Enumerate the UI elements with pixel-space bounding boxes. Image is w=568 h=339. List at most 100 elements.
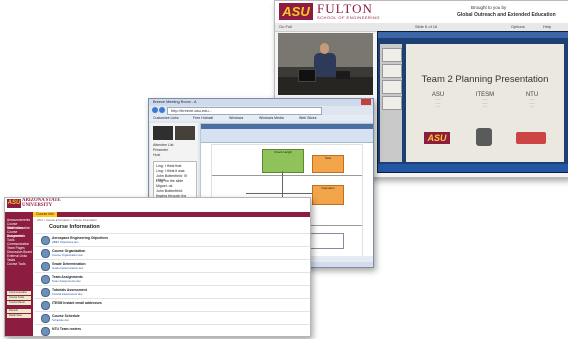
document-icon <box>41 314 50 323</box>
course-main: ASU > Course Information > Course Inform… <box>35 217 310 336</box>
course-window: ASU ARIZONA STATE UNIVERSITY Course Info… <box>4 197 311 337</box>
flowchart-label: Task <box>324 156 332 160</box>
bookmark-link[interactable]: Windows Media <box>259 116 284 120</box>
breadcrumb[interactable]: ASU > Course Information > Course Inform… <box>37 218 97 222</box>
document-icon <box>41 236 50 245</box>
sidebar-button[interactable]: Refresh <box>7 309 31 313</box>
document-icon <box>41 327 50 336</box>
ntu-logo <box>516 132 546 144</box>
chat-message: John Bottenfield: <box>156 189 183 193</box>
flowchart-box[interactable]: Check Height <box>262 149 304 173</box>
row-link[interactable]: Team Assignments.doc <box>52 279 81 283</box>
video-desk <box>278 77 373 95</box>
slide-counter: Slide 6 of 16 <box>415 24 438 29</box>
document-icon <box>41 301 50 310</box>
forward-icon[interactable] <box>159 107 165 113</box>
row-link[interactable]: ABET Objectives.doc <box>52 240 78 244</box>
document-icon <box>41 249 50 258</box>
podium-laptop <box>336 71 350 79</box>
slide-thumbnail[interactable] <box>382 80 402 94</box>
row-link[interactable]: Tutorial Assessment.doc <box>52 292 82 296</box>
sidebar-button[interactable]: Course Tools <box>7 296 31 300</box>
back-icon[interactable] <box>152 107 158 113</box>
row-title: NTU Team rosters <box>52 326 81 331</box>
content-row: Course Organization Course Organization.… <box>35 246 310 258</box>
chat-message: Ling: I think that <box>156 164 182 168</box>
attendee-list-item[interactable]: Presenter <box>153 148 168 152</box>
document-icon <box>41 262 50 271</box>
go-full-button[interactable]: Go Full <box>279 24 292 29</box>
attendee-list-item[interactable]: Attendee List <box>153 143 173 147</box>
itesm-logo <box>476 128 492 146</box>
slide-thumbnail[interactable] <box>382 64 402 78</box>
asu-logo: ASU <box>7 199 21 208</box>
slide-title: Team 2 Planning Presentation <box>421 74 549 85</box>
slide-column-itesm: ITESM ─── ─── ── <box>465 92 505 109</box>
podium-monitor <box>298 69 316 82</box>
chat-message: Ling: on the slide <box>156 179 184 183</box>
content-row: Aerospace Engineering Objectives ABET Ob… <box>35 233 310 245</box>
help-button[interactable]: Help <box>543 24 551 29</box>
fulton-header: ASU FULTON SCHOOL OF ENGINEERING Brought… <box>275 1 568 23</box>
content-row: Course Schedule Schedule.doc <box>35 311 310 323</box>
slide-thumbnails <box>380 44 402 162</box>
document-icon <box>41 275 50 284</box>
row-link[interactable]: Schedule.doc <box>52 318 69 322</box>
row-title: ITESM Instant email addresses <box>52 300 102 305</box>
document-icon <box>41 288 50 297</box>
slide-column-asu: ASU ─── ─── ── <box>418 92 458 109</box>
university-name-line: UNIVERSITY <box>22 203 53 208</box>
flow-connector <box>246 193 312 194</box>
row-link[interactable]: Course Organization.doc <box>52 253 83 257</box>
sidebar-item[interactable]: Course Tools <box>7 262 33 267</box>
column-names: ─── ─── ── <box>435 98 441 108</box>
slide-column-ntu: NTU ─── ─── ── <box>512 92 552 109</box>
bookmark-link[interactable]: Customize Links <box>153 116 179 120</box>
org-name: Global Outreach and Extended Education <box>457 12 556 18</box>
webcam-feed <box>175 126 195 140</box>
brought-by-text: Brought to you by <box>471 5 507 10</box>
column-names: ─── ─── ── <box>529 98 535 108</box>
asu-slide-logo: ASU <box>424 132 450 144</box>
slide-thumbnail[interactable] <box>382 48 402 62</box>
flowchart-label: Check Height <box>273 150 292 154</box>
content-row: NTU Team rosters <box>35 324 310 336</box>
fulton-name: FULTON <box>317 1 373 16</box>
flowchart-label: Operation <box>321 186 335 190</box>
slide-thumbnail[interactable] <box>382 96 402 110</box>
app-ribbon <box>201 124 373 143</box>
flowchart-box[interactable]: Operation <box>312 185 344 205</box>
close-icon[interactable] <box>361 99 371 105</box>
sidebar-button[interactable]: Detail View <box>7 314 31 318</box>
app-titlebar <box>201 124 373 129</box>
page-title: Course Information <box>49 224 100 230</box>
attendee-list-item[interactable]: Host <box>153 153 160 157</box>
course-header: ASU ARIZONA STATE UNIVERSITY <box>5 198 310 212</box>
slide-screen[interactable]: Team 2 Planning Presentation ASU ─── ─── ─… <box>377 31 568 173</box>
asu-logo: ASU <box>279 3 313 20</box>
fulton-subtitle: SCHOOL OF ENGINEERING <box>317 15 381 20</box>
university-name: ARIZONA STATE UNIVERSITY <box>22 198 61 208</box>
lecture-video[interactable] <box>278 33 373 95</box>
options-button[interactable]: Options <box>511 24 525 29</box>
presenter-head <box>320 43 329 54</box>
content-row: Tutorials Assessment Tutorial Assessment… <box>35 285 310 297</box>
bookmark-link[interactable]: Free Hotmail <box>193 116 213 120</box>
address-bar[interactable]: http://breeze.asu.edu... <box>167 107 322 115</box>
sidebar-button[interactable]: Control Panel <box>7 301 31 305</box>
bookmark-link[interactable]: Windows <box>229 116 243 120</box>
bookmarks-bar: Customize Links Free Hotmail Windows Win… <box>149 115 373 121</box>
flowchart-box[interactable]: Task <box>312 155 344 173</box>
presenter-body <box>314 53 336 77</box>
bookmark-link[interactable]: Web Slices <box>299 116 316 120</box>
chat-message: Ling: I think it was <box>156 169 185 173</box>
slide-content: Team 2 Planning Presentation ASU ─── ─── ─… <box>406 44 564 162</box>
content-row: ITESM Instant email addresses <box>35 298 310 310</box>
taskbar <box>378 164 568 172</box>
column-names: ─── ─── ── <box>482 98 488 108</box>
browser-titlebar: Breeze Meeting Room - A <box>149 99 373 106</box>
sidebar-button[interactable]: Communication <box>7 291 31 295</box>
row-link[interactable]: Grade Determination.doc <box>52 266 83 270</box>
chat-message: Miguel: ok <box>156 184 173 188</box>
swimlane-divider <box>212 175 362 176</box>
